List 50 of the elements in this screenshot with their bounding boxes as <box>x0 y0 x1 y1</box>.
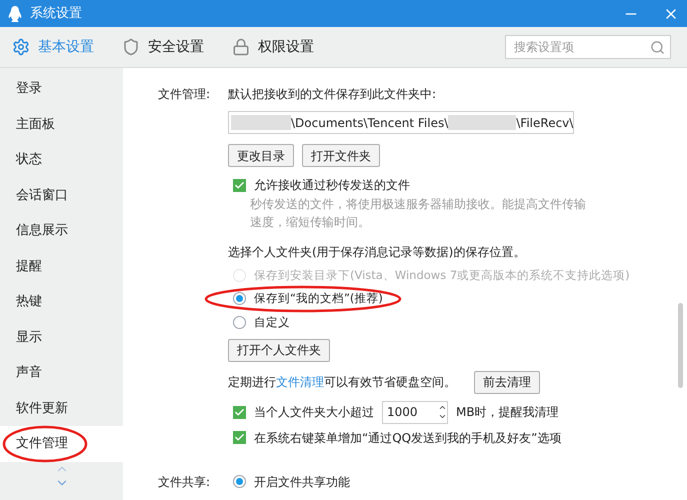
sidebar-item[interactable]: 软件更新 <box>0 390 123 426</box>
sidebar-item[interactable]: 会话窗口 <box>0 178 123 213</box>
radio-label: 保存到安装目录下(Vista、Windows 7或更高版本的系统不支持此选项) <box>254 267 630 284</box>
sidebar-item[interactable]: 提醒 <box>0 248 123 284</box>
path-text: \FileRecv\ <box>516 114 573 132</box>
checkbox[interactable] <box>233 178 246 192</box>
window-title: 系统设置 <box>30 4 82 23</box>
sidebar-item[interactable]: 状态 <box>0 142 123 178</box>
radio-label: 自定义 <box>254 314 290 330</box>
section-label: 文件管理: <box>158 86 212 103</box>
tab[interactable]: 权限设置 <box>232 36 314 58</box>
penguin-icon <box>8 6 22 22</box>
button[interactable]: 打开个人文件夹 <box>228 338 330 362</box>
radio-label: 开启文件共享功能 <box>254 474 350 491</box>
radio-label: 保存到“我的文档”(推荐) <box>254 290 383 308</box>
checkbox[interactable] <box>233 431 246 444</box>
checkbox-label: MB时，提醒我清理 <box>456 404 559 422</box>
sidebar-item[interactable]: 显示 <box>0 320 123 355</box>
section-heading: 选择个人文件夹(用于保存消息记录等数据)的保存位置。 <box>228 244 526 261</box>
sidebar-item[interactable]: 信息展示 <box>0 213 123 248</box>
sidebar-item[interactable]: 声音 <box>0 355 123 390</box>
search-field[interactable]: 搜索设置项 <box>505 35 671 59</box>
button[interactable]: 前去清理 <box>474 370 540 394</box>
search-icon <box>650 40 665 55</box>
section-heading: 默认把接收到的文件保存到此文件夹中: <box>228 86 436 103</box>
blurred-block <box>231 115 291 130</box>
radio-button[interactable] <box>233 475 246 488</box>
cleanup-text: 定期进行文件清理可以有效节省硬盘空间。 <box>228 374 456 392</box>
checkbox-label: 当个人文件夹大小超过 <box>254 404 374 422</box>
radio-button[interactable] <box>233 316 246 329</box>
shield-icon <box>122 38 140 56</box>
sidebar-item[interactable]: 主面板 <box>0 106 123 142</box>
path-field[interactable]: \Documents\Tencent Files\ \FileRecv\ <box>228 111 574 134</box>
button[interactable]: 打开文件夹 <box>302 144 380 167</box>
section-label: 文件共享: <box>158 474 212 491</box>
tab[interactable]: 安全设置 <box>122 36 204 58</box>
checkbox-label: 允许接收通过秒传发送的文件 <box>254 177 410 194</box>
description-text: 秒传发送的文件，将使用极速服务器辅助接收。能提高文件传输速度，缩短传输时间。 <box>250 196 587 231</box>
radio-button[interactable] <box>233 292 246 306</box>
cleanup-link[interactable]: 文件清理 <box>276 375 324 390</box>
blurred-block <box>448 115 516 130</box>
checkbox-label: 在系统右键菜单增加“通过QQ发送到我的手机及好友”选项 <box>254 430 562 447</box>
lock-icon <box>232 38 250 56</box>
button[interactable]: 更改目录 <box>228 144 294 167</box>
path-text: \Documents\Tencent Files\ <box>291 114 448 132</box>
sidebar-item[interactable]: 热键 <box>0 284 123 320</box>
checkbox[interactable] <box>233 406 246 419</box>
number-spinner[interactable]: 1000 <box>382 400 448 424</box>
gear-icon <box>12 38 30 56</box>
sidebar-item[interactable]: 登录 <box>0 71 123 106</box>
